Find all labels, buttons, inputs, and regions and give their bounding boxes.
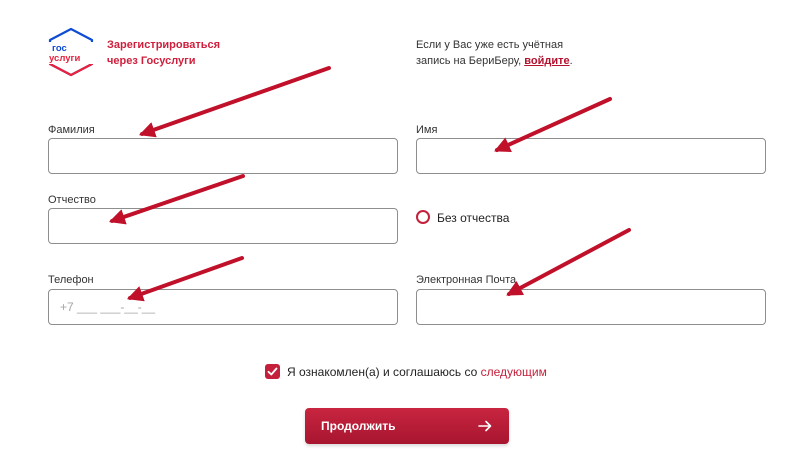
middle-name-field[interactable] [48, 208, 398, 244]
last-name-field[interactable] [48, 138, 398, 174]
email-input[interactable] [417, 290, 765, 324]
continue-button[interactable]: Продолжить [305, 408, 509, 444]
arrow-to-email [506, 228, 631, 296]
register-via-gosuslugi-link[interactable]: Зарегистрироваться через Госуслуги [107, 37, 220, 69]
last-name-label: Фамилия [48, 124, 95, 136]
no-middle-name-label[interactable]: Без отчества [437, 211, 509, 225]
gosuslugi-link-line1: Зарегистрироваться [107, 39, 221, 51]
login-link[interactable]: войдите [524, 55, 569, 67]
phone-input[interactable] [49, 290, 397, 324]
continue-button-label: Продолжить [321, 419, 396, 433]
email-label: Электронная Почта [416, 274, 517, 286]
login-note-suffix: . [569, 55, 573, 67]
phone-field[interactable] [48, 289, 398, 325]
first-name-input[interactable] [417, 139, 765, 173]
arrow-right-icon [478, 420, 492, 432]
gosuslugi-link-line2: через Госуслуги [107, 55, 196, 67]
middle-name-input[interactable] [49, 209, 397, 243]
last-name-input[interactable] [49, 139, 397, 173]
no-middle-name-radio[interactable] [416, 210, 430, 224]
email-field[interactable] [416, 289, 766, 325]
login-note-line2: запись на БериБеру, войдите. [416, 53, 573, 69]
logo-text-uslugi: услуги [49, 53, 80, 64]
arrow-to-last-name [138, 66, 331, 138]
middle-name-label: Отчество [48, 194, 96, 206]
consent-label: Я ознакомлен(а) и соглашаюсь со [287, 365, 481, 379]
first-name-field[interactable] [416, 138, 766, 174]
consent-terms-link[interactable]: следующим [481, 365, 547, 379]
checkmark-icon [267, 367, 278, 376]
gosuslugi-logo[interactable]: гос услуги [46, 27, 96, 77]
first-name-label: Имя [416, 124, 438, 136]
login-note-prefix: запись на БериБеру, [416, 55, 525, 67]
phone-label: Телефон [48, 274, 94, 286]
login-note-line1: Если у Вас уже есть учётная [416, 39, 564, 51]
existing-account-note: Если у Вас уже есть учётная запись на Бе… [416, 37, 573, 69]
consent-text: Я ознакомлен(а) и соглашаюсь со следующи… [287, 365, 547, 379]
consent-checkbox[interactable] [265, 364, 280, 379]
